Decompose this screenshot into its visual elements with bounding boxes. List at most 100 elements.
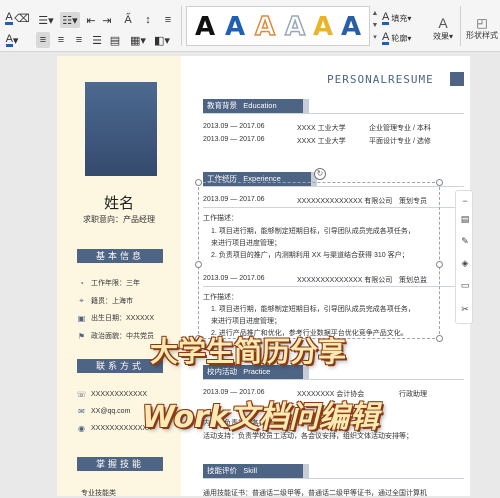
justify-button[interactable]: ☰ (90, 32, 104, 48)
shape-style-icon: ◰ (476, 15, 488, 30)
text-outline-icon: A (382, 30, 390, 45)
style-orange-outline[interactable]: A (254, 11, 276, 43)
sort-button[interactable]: ↕ (140, 12, 156, 28)
more-icon[interactable]: ▾ (373, 34, 377, 41)
job-intent: 求职意向：产品经理 (83, 215, 155, 224)
numbered-list-icon: ☷▾ (62, 14, 78, 27)
align-right-icon: ≡ (75, 34, 83, 46)
resize-handle[interactable] (436, 179, 443, 186)
overlay-subtitle: Work文档问编辑 (142, 400, 379, 435)
table-border-button[interactable]: ▦▾ (128, 32, 148, 48)
info-row: ◔ 工作年限：三年 (77, 278, 140, 288)
chevron-down-icon[interactable]: ▼ (372, 22, 379, 29)
text-fill-button[interactable]: A 填充 ▾ (382, 10, 432, 26)
ribbon-toolbar: A ⌫ ☰▾ ☷▾ ⇤ ⇥ A̋ ↕ ≡ A▾ ≡ ≡ ≡ ☰ ▤ ▦▾ ◧▾ (0, 0, 500, 52)
section-rule (203, 379, 464, 380)
fill-label: 填充 (391, 13, 408, 23)
text-direction-button[interactable]: A̋ (120, 12, 136, 28)
section-rule (203, 113, 464, 114)
text-outline-button[interactable]: A 轮廓 ▾ (382, 30, 432, 46)
highlight-button[interactable]: A ▾ (2, 32, 22, 48)
align-left-button[interactable]: ≡ (36, 32, 50, 48)
info-text: 出生日期：XXXXXX (91, 315, 155, 322)
info-text: 工作年限：三年 (91, 280, 140, 287)
ribbon-divider-2 (460, 6, 461, 46)
justify-icon: ☰ (92, 34, 102, 47)
resize-handle[interactable] (436, 261, 443, 268)
style-blue[interactable]: A (225, 12, 245, 42)
heading-accent (303, 99, 309, 113)
tools-icon[interactable]: ✂ (459, 303, 471, 315)
line-spacing-button[interactable]: ≡ (160, 12, 176, 28)
edu-row: 2013.09 — 2017.06 XXXX 工业大学 平面设计专业 / 选修 (203, 136, 431, 145)
align-center-button[interactable]: ≡ (54, 32, 68, 48)
contact-row: ✉ XX@qq.com (77, 407, 130, 416)
profile-photo[interactable] (85, 82, 157, 176)
clear-format-button[interactable]: ⌫ (14, 10, 30, 26)
style-gray-outline[interactable]: A (284, 11, 306, 43)
text-style-gallery[interactable]: A A A A A A (186, 6, 370, 46)
text-fill-icon: A (382, 10, 390, 25)
bullet-list-icon: ☰▾ (38, 14, 54, 27)
minus-icon[interactable]: − (459, 195, 471, 207)
style-gold[interactable]: A (313, 12, 333, 42)
clock-icon: ◔ (79, 278, 84, 288)
floating-toolbar: − ▤ ✎ ◈ ▭ ✂ (455, 190, 473, 324)
style-black[interactable]: A (195, 12, 215, 42)
layout-icon[interactable]: ▤ (459, 213, 471, 225)
align-right-button[interactable]: ≡ (72, 32, 86, 48)
sort-icon: ↕ (145, 14, 151, 26)
textbox-selection[interactable] (198, 182, 440, 339)
contact-text: XX@qq.com (91, 408, 131, 415)
shading-icon: ◧▾ (154, 34, 170, 47)
wechat-icon: ◉ (78, 424, 85, 433)
style-dark-blue[interactable]: A (341, 12, 361, 42)
info-text: 政治面貌：中共党员 (91, 333, 154, 340)
resume-name: 姓名 (103, 195, 134, 212)
chevron-up-icon[interactable]: ▲ (372, 10, 379, 17)
text-effect-button[interactable]: A 效果▾ (428, 8, 458, 48)
contact-row: ◉ XXXXXXXXXXXXX (77, 424, 152, 433)
info-row: ▣ 出生日期：XXXXXX (77, 313, 154, 323)
location-icon: ⌖ (79, 296, 84, 305)
indent-increase-button[interactable]: ⇥ (100, 12, 114, 28)
education-heading: 教育背景 Education (203, 99, 303, 113)
bullet-list-button[interactable]: ☰▾ (36, 12, 56, 28)
distribute-icon: ▤ (109, 34, 121, 47)
shading-button[interactable]: ◧▾ (152, 32, 172, 48)
effect-label: 效果▾ (432, 31, 453, 41)
heading-accent (303, 464, 309, 478)
align-center-icon: ≡ (57, 34, 65, 46)
fill-icon[interactable]: ◈ (459, 257, 471, 269)
resize-handle[interactable] (195, 179, 202, 186)
numbered-list-button[interactable]: ☷▾ (60, 12, 80, 28)
resize-handle[interactable] (436, 335, 443, 342)
calendar-icon: ▣ (77, 313, 86, 323)
eraser-icon: ⌫ (14, 12, 30, 25)
shape-style-button[interactable]: ◰ 形状样式 (464, 8, 500, 48)
resize-handle[interactable] (195, 261, 202, 268)
outline-label: 轮廓 (391, 33, 408, 43)
phone-icon: ☏ (76, 390, 87, 399)
text-direction-icon: A̋ (124, 14, 132, 26)
info-row: ⌖ 籍贯：上海市 (77, 296, 133, 306)
pen-icon[interactable]: ✎ (459, 235, 471, 247)
contact-row: ☏ XXXXXXXXXXXX (76, 390, 148, 399)
section-rule (203, 478, 464, 479)
rotate-handle[interactable]: ↻ (314, 168, 326, 180)
table-border-icon: ▦▾ (130, 34, 146, 47)
text-effect-icon: A (438, 14, 448, 31)
line-spacing-icon: ≡ (164, 14, 172, 26)
outline-icon[interactable]: ▭ (459, 279, 471, 291)
indent-decrease-button[interactable]: ⇤ (84, 12, 98, 28)
overlay-title: 大学生简历分享 (150, 335, 347, 368)
indent-decrease-icon: ⇤ (86, 14, 96, 27)
skill-heading: 技能评价 Skill (203, 464, 303, 478)
distribute-button[interactable]: ▤ (108, 32, 122, 48)
basic-info-heading: 基本信息 (77, 249, 163, 263)
resume-title: PERSONALRESUME (327, 73, 434, 86)
info-row: ⚑ 政治面貌：中共党员 (77, 331, 154, 341)
gallery-scroll[interactable]: ▲ ▼ ▾ (371, 8, 379, 44)
skills-first: 专业技能类 (81, 490, 116, 497)
contact-text: XXXXXXXXXXXX (91, 391, 148, 398)
